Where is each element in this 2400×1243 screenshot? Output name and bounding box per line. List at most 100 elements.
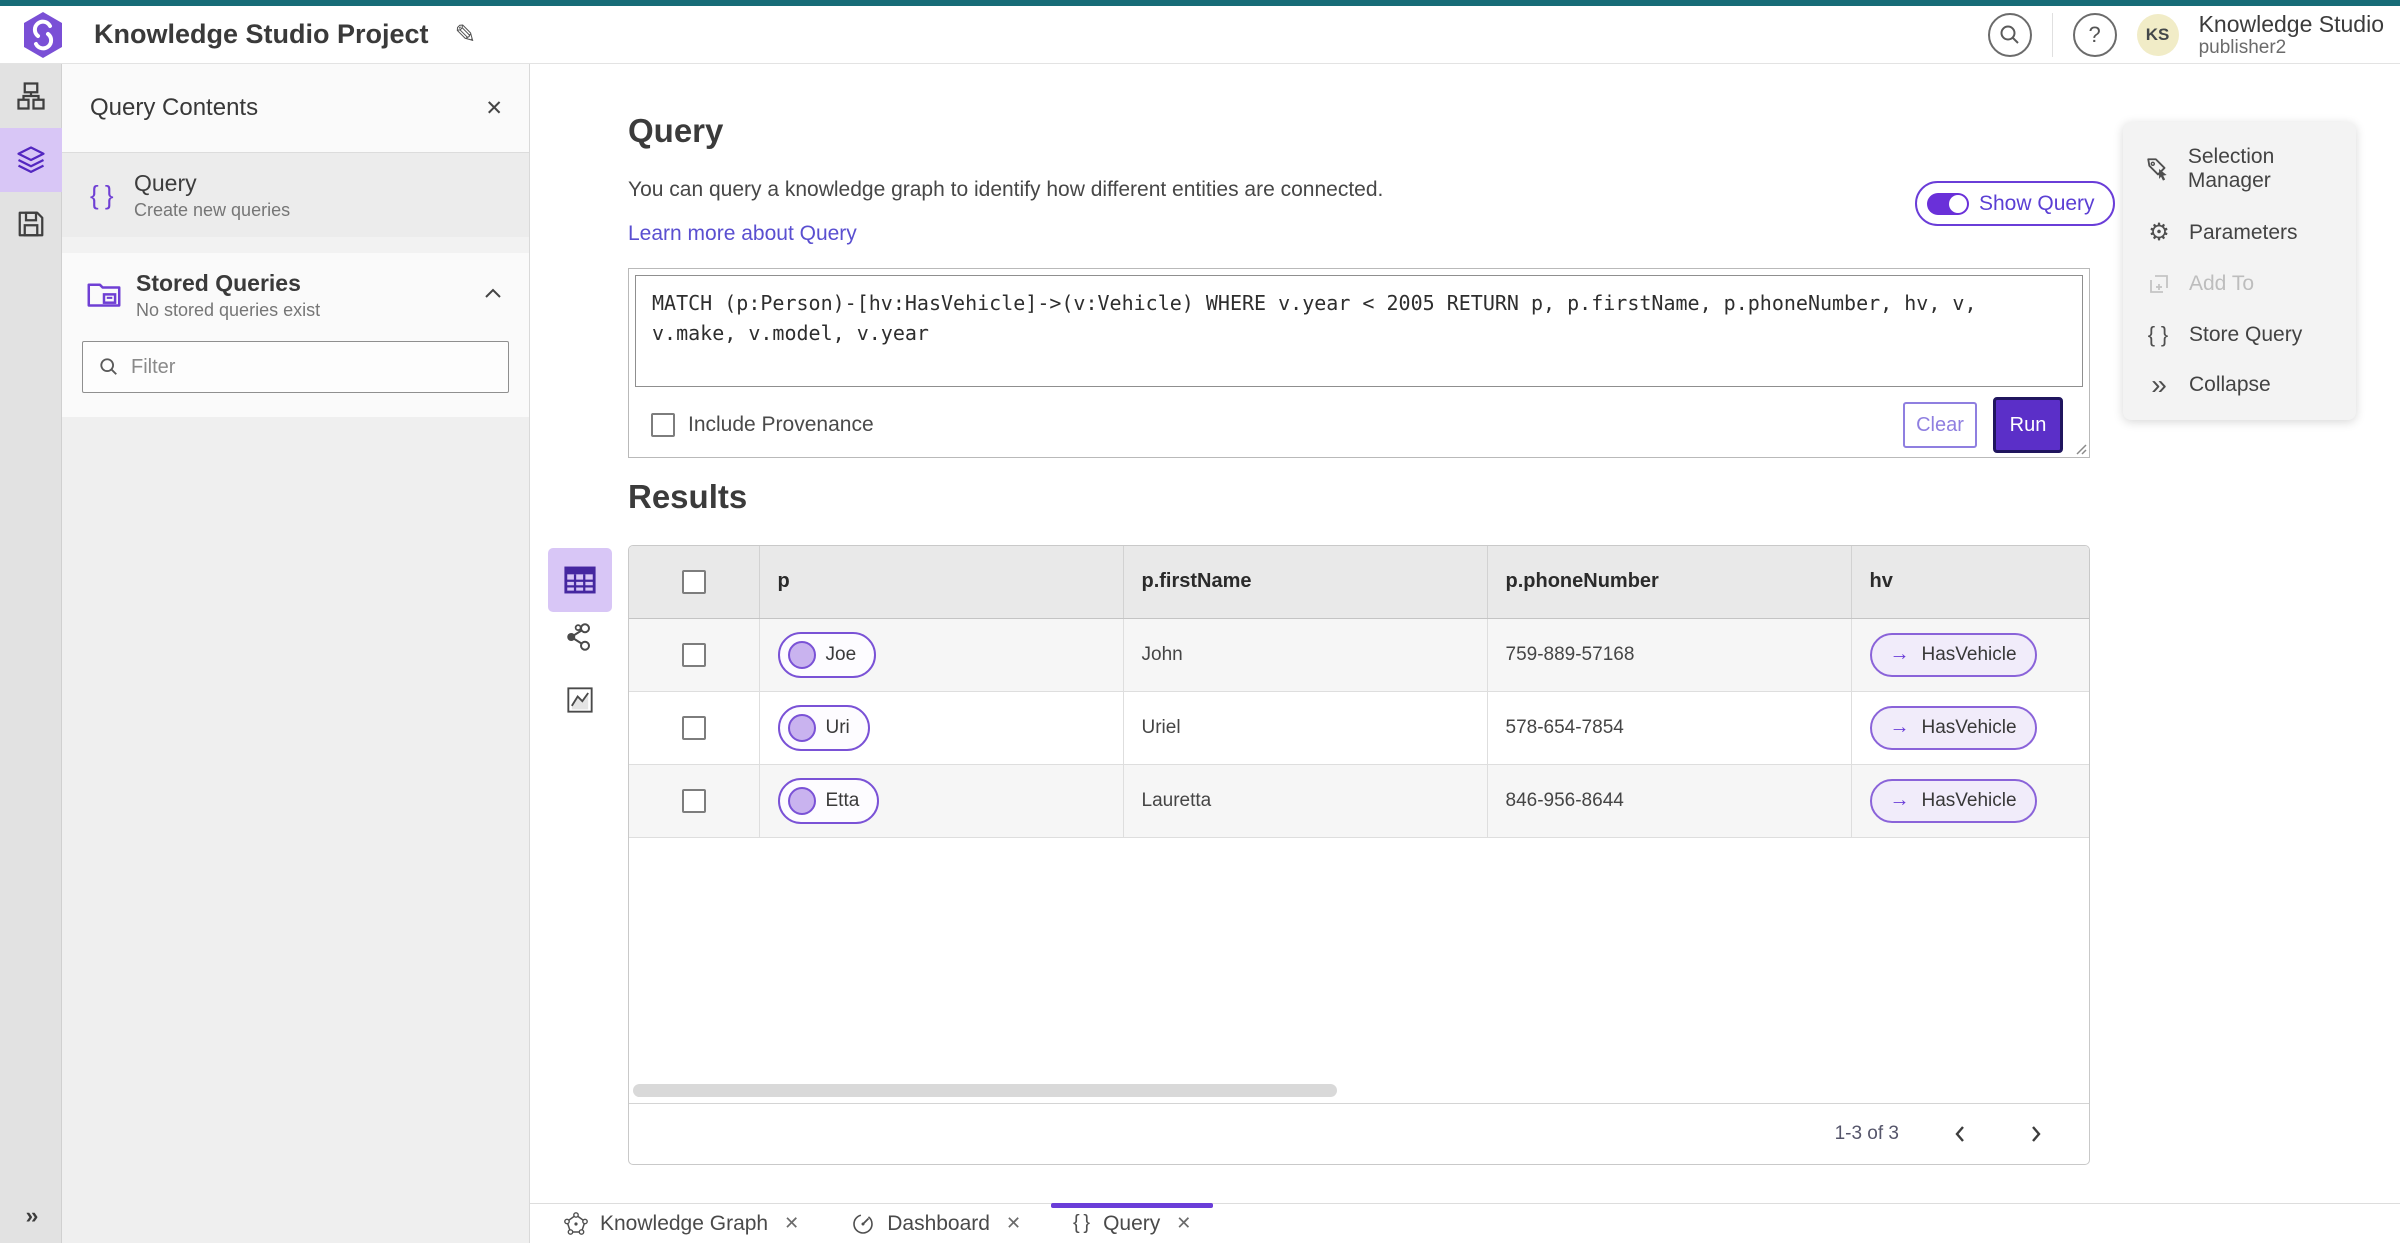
row-checkbox[interactable] — [681, 715, 706, 740]
sidebar-item-query[interactable]: { } Query Create new queries — [62, 153, 529, 237]
search-button[interactable] — [1987, 13, 2032, 57]
table-view-button[interactable] — [548, 548, 612, 612]
include-provenance: Include Provenance — [651, 413, 874, 437]
selection-manager-item[interactable]: Selection Manager — [2123, 145, 2356, 193]
query-textarea[interactable]: MATCH (p:Person)-[hv:HasVehicle]->(v:Veh… — [635, 275, 2083, 387]
stored-queries-title: Stored Queries — [136, 269, 301, 296]
chevron-right-icon — [2032, 1126, 2041, 1142]
stored-queries-subtitle: No stored queries exist — [136, 299, 321, 320]
tab-label: Query — [1103, 1211, 1161, 1235]
folder-icon — [86, 277, 136, 314]
table-row: Joe John 759-889-57168 → HasVehicle — [629, 618, 2089, 692]
tab-label: Knowledge Graph — [600, 1211, 769, 1235]
search-icon — [100, 358, 117, 375]
close-icon[interactable]: ✕ — [1006, 1213, 1021, 1234]
layers-icon — [17, 146, 45, 173]
run-button[interactable]: Run — [1993, 397, 2063, 453]
tab-dashboard[interactable]: Dashboard ✕ — [825, 1204, 1047, 1243]
chart-view-button[interactable] — [558, 678, 602, 722]
rail-hierarchy-button[interactable] — [0, 64, 62, 128]
project-title: Knowledge Studio Project — [94, 19, 429, 49]
avatar[interactable]: KS — [2136, 14, 2179, 56]
help-button[interactable]: ? — [2072, 13, 2117, 57]
node-pill[interactable]: Joe — [777, 631, 877, 678]
app-logo[interactable] — [20, 10, 66, 60]
chevron-up-icon[interactable] — [483, 286, 503, 305]
table-row: Uri Uriel 578-654-7854 → HasVehicle — [629, 691, 2089, 765]
curly-braces-icon: { } — [90, 179, 116, 210]
search-icon — [2000, 25, 2019, 44]
cell-phone: 759-889-57168 — [1487, 618, 1852, 692]
stored-queries-section: Stored Queries No stored queries exist — [62, 253, 529, 417]
query-description: You can query a knowledge graph to ident… — [628, 178, 1384, 201]
knowledge-graph-icon — [564, 1211, 588, 1236]
column-header-hv[interactable]: hv — [1851, 546, 2089, 619]
bottom-tab-bar: Knowledge Graph ✕ Dashboard ✕ { } Query … — [530, 1203, 2400, 1243]
results-table-card: p p.firstName p.phoneNumber hv Joe John … — [628, 545, 2090, 1165]
node-circle-icon — [787, 640, 816, 669]
horizontal-scrollbar[interactable] — [633, 1084, 1337, 1097]
query-item-subtitle: Create new queries — [134, 199, 291, 220]
row-checkbox[interactable] — [681, 642, 706, 667]
graph-view-button[interactable] — [558, 615, 602, 659]
rail-save-button[interactable] — [0, 192, 62, 256]
tab-query[interactable]: { } Query ✕ — [1047, 1203, 1217, 1243]
cell-phone: 846-956-8644 — [1487, 764, 1852, 838]
store-query-item[interactable]: { } Store Query — [2123, 322, 2356, 348]
node-pill[interactable]: Etta — [777, 777, 880, 824]
results-heading: Results — [628, 478, 748, 515]
tab-knowledge-graph[interactable]: Knowledge Graph ✕ — [538, 1204, 825, 1243]
include-provenance-checkbox[interactable] — [651, 413, 675, 437]
relationship-pill[interactable]: → HasVehicle — [1869, 705, 2037, 750]
rail-expand-chevrons[interactable]: ›› — [0, 1203, 62, 1229]
save-icon — [18, 211, 44, 237]
relationship-pill[interactable]: → HasVehicle — [1869, 778, 2037, 823]
close-icon[interactable]: ✕ — [485, 96, 503, 121]
tab-label: Dashboard — [887, 1211, 990, 1235]
column-header-firstname[interactable]: p.firstName — [1123, 546, 1488, 619]
filter-field — [82, 341, 509, 393]
column-header-phonenumber[interactable]: p.phoneNumber — [1487, 546, 1852, 619]
close-icon[interactable]: ✕ — [1176, 1213, 1191, 1234]
node-circle-icon — [787, 786, 816, 815]
arrow-right-icon: → — [1889, 643, 1910, 665]
table-view-icon — [564, 566, 596, 594]
relationship-pill[interactable]: → HasVehicle — [1869, 632, 2037, 677]
row-checkbox[interactable] — [681, 788, 706, 813]
stored-queries-header[interactable]: Stored Queries No stored queries exist — [62, 253, 529, 337]
edit-title-pencil-icon[interactable]: ✎ — [455, 19, 477, 50]
node-pill[interactable]: Uri — [777, 704, 870, 751]
previous-page-button[interactable] — [1945, 1119, 1975, 1149]
filter-input[interactable] — [131, 355, 461, 379]
pagination-range: 1-3 of 3 — [1834, 1123, 1899, 1144]
app-header: Knowledge Studio Project ✎ ? KS Knowledg… — [0, 6, 2400, 64]
cell-phone: 578-654-7854 — [1487, 691, 1852, 765]
include-provenance-label: Include Provenance — [688, 413, 874, 436]
close-icon[interactable]: ✕ — [784, 1213, 799, 1234]
results-table: p p.firstName p.phoneNumber hv Joe John … — [629, 546, 2089, 838]
chart-view-icon — [567, 687, 593, 713]
panel-header: Query Contents ✕ — [62, 64, 529, 153]
clear-button[interactable]: Clear — [1903, 402, 1977, 448]
panel-section-gap — [62, 237, 529, 253]
hierarchy-icon — [17, 82, 45, 110]
dashboard-gauge-icon — [851, 1212, 875, 1236]
curly-braces-icon: { } — [2147, 321, 2171, 347]
column-header-p[interactable]: p — [759, 546, 1124, 619]
chevron-left-icon — [1955, 1126, 1964, 1142]
header-divider — [2051, 13, 2053, 57]
parameters-item[interactable]: ⚙ Parameters — [2123, 218, 2356, 247]
help-icon: ? — [2088, 22, 2101, 47]
select-all-checkbox[interactable] — [681, 569, 706, 594]
learn-more-link[interactable]: Learn more about Query — [628, 222, 857, 246]
show-query-toggle[interactable]: Show Query — [1915, 181, 2115, 226]
node-circle-icon — [787, 713, 816, 742]
user-block: Knowledge Studio publisher2 — [2199, 11, 2384, 59]
arrow-right-icon: → — [1889, 789, 1910, 811]
cell-firstname: Lauretta — [1123, 764, 1488, 838]
next-page-button[interactable] — [2021, 1119, 2051, 1149]
collapse-item[interactable]: » Collapse — [2123, 371, 2356, 399]
query-heading: Query — [628, 112, 724, 149]
query-item-title: Query — [134, 169, 197, 196]
rail-layers-button[interactable] — [0, 128, 62, 192]
